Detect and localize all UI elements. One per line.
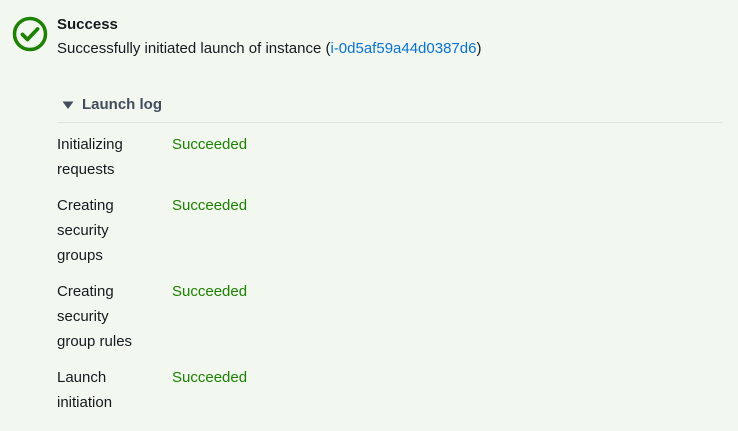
alert-message-prefix: Successfully initiated launch of instanc… <box>57 40 331 57</box>
launch-log-step: Creating security groups <box>57 193 172 268</box>
launch-log-step-line: security <box>57 308 109 325</box>
launch-log-status: Succeeded <box>172 197 248 214</box>
alert-message-suffix: ) <box>476 40 482 57</box>
launch-log-row: Launch initiation Succeeded <box>57 365 723 415</box>
launch-log-step-line: initiation <box>57 394 113 411</box>
launch-log-row: Creating security group rules Succeeded <box>57 279 723 354</box>
launch-log-step-line: requests <box>57 161 115 178</box>
launch-log-step-line: Launch <box>57 369 107 386</box>
launch-log-step-line: Creating <box>57 283 114 300</box>
check-circle-icon <box>12 16 48 52</box>
launch-log-step-line: group rules <box>57 333 133 350</box>
launch-log-step-line: security <box>57 222 109 239</box>
caret-down-icon <box>62 101 74 109</box>
launch-log-step: Launch initiation <box>57 365 172 415</box>
launch-log-step: Initializing requests <box>57 132 172 182</box>
launch-log-step-line: Initializing <box>57 136 123 153</box>
launch-log-status: Succeeded <box>172 369 248 386</box>
success-alert: Success Successfully initiated launch of… <box>0 0 738 431</box>
launch-log-status: Succeeded <box>172 136 248 153</box>
launch-log-step-line: groups <box>57 247 103 264</box>
alert-message: Successfully initiated launch of instanc… <box>57 39 481 59</box>
launch-log-row: Initializing requests Succeeded <box>57 132 723 182</box>
launch-log-toggle[interactable]: Launch log <box>61 94 162 116</box>
launch-log-step-line: Creating <box>57 197 114 214</box>
launch-log-table: Initializing requests Succeeded Creating sec… <box>57 132 723 415</box>
instance-id-link[interactable]: i-0d5af59a44d0387d6 <box>330 40 476 57</box>
launch-log-row: Creating security groups Succeeded <box>57 193 723 268</box>
divider <box>57 122 723 123</box>
launch-log-step: Creating security group rules <box>57 279 172 354</box>
alert-title: Success <box>57 16 118 33</box>
launch-log-title: Launch log <box>82 96 162 113</box>
launch-log-status: Succeeded <box>172 283 248 300</box>
